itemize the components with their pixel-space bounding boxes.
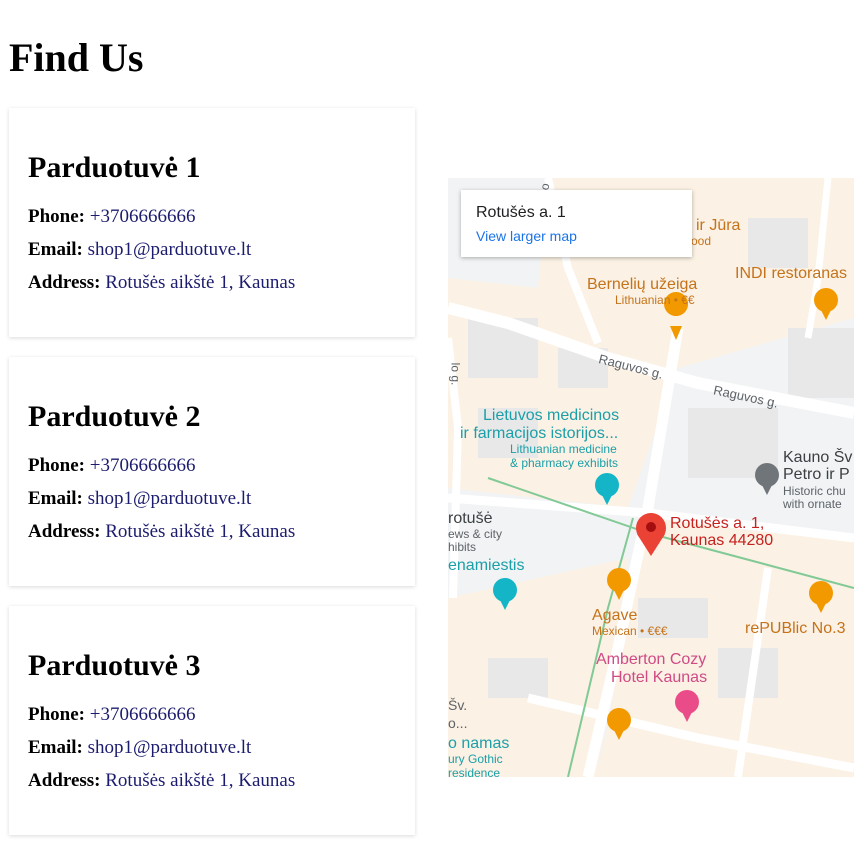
map-place-sublabel: Mexican • €€€	[592, 624, 668, 638]
email-label: Email:	[28, 737, 83, 758]
email-row: Email: shop1@parduotuve.lt	[28, 233, 396, 266]
map-info-title: Rotušės a. 1	[476, 204, 566, 221]
address-label: Address:	[28, 521, 101, 542]
map-place-label: o...	[448, 715, 468, 731]
map-place-label: Petro ir P	[783, 466, 850, 483]
map-info-box: Rotušės a. 1 View larger map	[461, 190, 692, 257]
phone-value[interactable]: +3706666666	[90, 704, 196, 725]
phone-value[interactable]: +3706666666	[90, 206, 196, 227]
email-value[interactable]: shop1@parduotuve.lt	[88, 488, 252, 509]
shop-name: Parduotuvė 2	[28, 400, 201, 433]
map-place-sublabel: ews & city	[448, 527, 503, 541]
address-row: Address: Rotušės aikštė 1, Kaunas	[28, 764, 396, 797]
map-place-label: Amberton Cozy	[596, 651, 707, 668]
address-label: Address:	[28, 770, 101, 791]
phone-row: Phone: +3706666666	[28, 449, 396, 482]
map-place-label: Šv.	[448, 697, 468, 713]
phone-label: Phone:	[28, 455, 85, 476]
map-place-label: Bernelių užeiga	[587, 276, 698, 293]
map-place-label: INDI restoranas	[735, 265, 848, 282]
map-place-sublabel: residence	[448, 766, 501, 777]
address-label: Address:	[28, 272, 101, 293]
shop-name: Parduotuvė 3	[28, 649, 201, 682]
map-place-sublabel: hibits	[448, 540, 477, 554]
shop-name: Parduotuvė 1	[28, 151, 201, 184]
phone-label: Phone:	[28, 704, 85, 725]
map-place-label: rePUBlic No.3	[745, 620, 846, 637]
map-place-sublabel: Historic chu	[783, 484, 846, 498]
phone-row: Phone: +3706666666	[28, 200, 396, 233]
address-row: Address: Rotušės aikštė 1, Kaunas	[28, 266, 396, 299]
map-place-label: ir farmacijos istorijos...	[460, 425, 619, 442]
map-place-sublabel: ood	[691, 234, 712, 248]
map-place-label: Hotel Kaunas	[611, 669, 708, 686]
shop-card: Parduotuvė 1 Phone: +3706666666 Email: s…	[9, 108, 415, 337]
map-place-label: Agave	[592, 607, 638, 624]
email-label: Email:	[28, 488, 83, 509]
street-label: lo g.	[448, 362, 463, 386]
address-row: Address: Rotušės aikštė 1, Kaunas	[28, 515, 396, 548]
address-value: Rotušės aikštė 1, Kaunas	[105, 272, 296, 293]
email-row: Email: shop1@parduotuve.lt	[28, 482, 396, 515]
page-title: Find Us	[9, 35, 144, 80]
pin-address-label: Rotušės a. 1,	[670, 515, 765, 532]
address-value: Rotušės aikštė 1, Kaunas	[105, 521, 296, 542]
map-place-label: rotušė	[448, 510, 493, 527]
map-place-label: o namas	[448, 735, 510, 752]
map-place-sublabel: & pharmacy exhibits	[510, 456, 619, 470]
phone-value[interactable]: +3706666666	[90, 455, 196, 476]
map-place-label: Kauno Šv	[783, 449, 853, 466]
shop-card: Parduotuvė 2 Phone: +3706666666 Email: s…	[9, 357, 415, 586]
email-row: Email: shop1@parduotuve.lt	[28, 731, 396, 764]
map-place-sublabel: with ornate	[783, 497, 842, 511]
address-value: Rotušės aikštė 1, Kaunas	[105, 770, 296, 791]
map-place-sublabel: ury Gothic	[448, 752, 503, 766]
phone-label: Phone:	[28, 206, 85, 227]
email-label: Email:	[28, 239, 83, 260]
map-place-sublabel: Lithuanian • €€	[615, 293, 695, 307]
map-place-label: Lietuvos medicinos	[483, 407, 620, 424]
phone-row: Phone: +3706666666	[28, 698, 396, 731]
email-value[interactable]: shop1@parduotuve.lt	[88, 239, 252, 260]
email-value[interactable]: shop1@parduotuve.lt	[88, 737, 252, 758]
shop-card: Parduotuvė 3 Phone: +3706666666 Email: s…	[9, 606, 415, 835]
shop-list: Parduotuvė 1 Phone: +3706666666 Email: s…	[9, 108, 415, 855]
embedded-map[interactable]: is ir Jūra ood INDI restoranas Bernelių …	[448, 178, 854, 777]
pin-address-label: Kaunas 44280	[670, 532, 774, 549]
view-larger-map-link[interactable]: View larger map	[476, 228, 677, 244]
map-place-sublabel: Lithuanian medicine	[510, 442, 617, 456]
map-place-label: enamiestis	[448, 557, 525, 574]
